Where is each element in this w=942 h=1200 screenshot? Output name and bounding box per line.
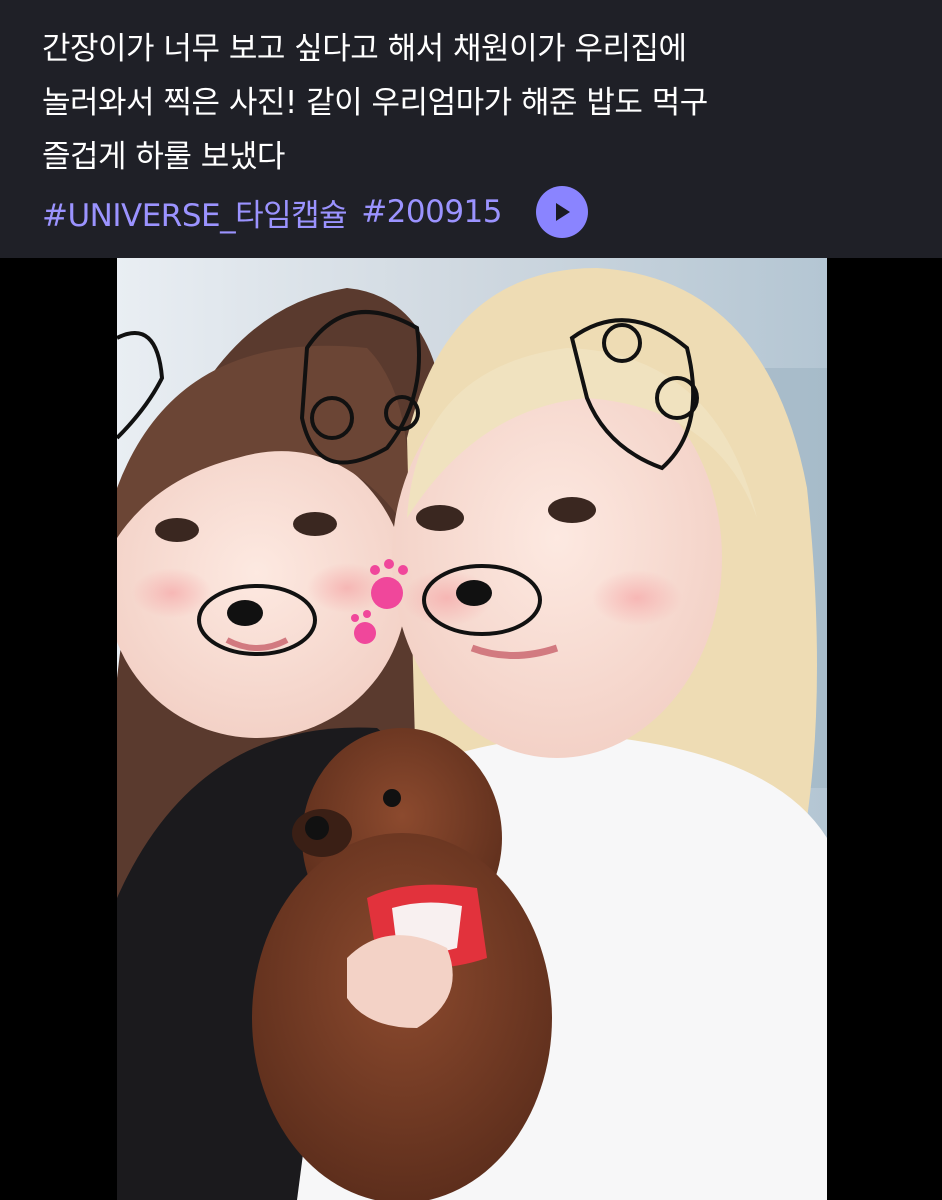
caption-line: 간장이가 너무 보고 싶다고 해서 채원이가 우리집에 (42, 31, 687, 67)
hashtag-row: #UNIVERSE_타임캡슐 #200915 (42, 184, 942, 240)
hashtag-link[interactable]: #UNIVERSE_타임캡슐 (42, 190, 348, 235)
media-area (0, 258, 942, 1200)
photo-illustration (117, 258, 827, 1200)
post-header: 간장이가 너무 보고 싶다고 해서 채원이가 우리집에 놀러와서 찍은 사진! … (0, 0, 942, 258)
play-icon (556, 203, 571, 221)
caption-line: 놀러와서 찍은 사진! 같이 우리엄마가 해준 밥도 먹구 (42, 85, 708, 121)
play-button[interactable] (536, 186, 589, 238)
hashtag-link[interactable]: #200915 (361, 194, 502, 230)
post-photo[interactable] (117, 258, 827, 1200)
post-caption: 간장이가 너무 보고 싶다고 해서 채원이가 우리집에 놀러와서 찍은 사진! … (42, 22, 942, 184)
caption-line: 즐겁게 하룰 보냈다 (42, 139, 285, 175)
